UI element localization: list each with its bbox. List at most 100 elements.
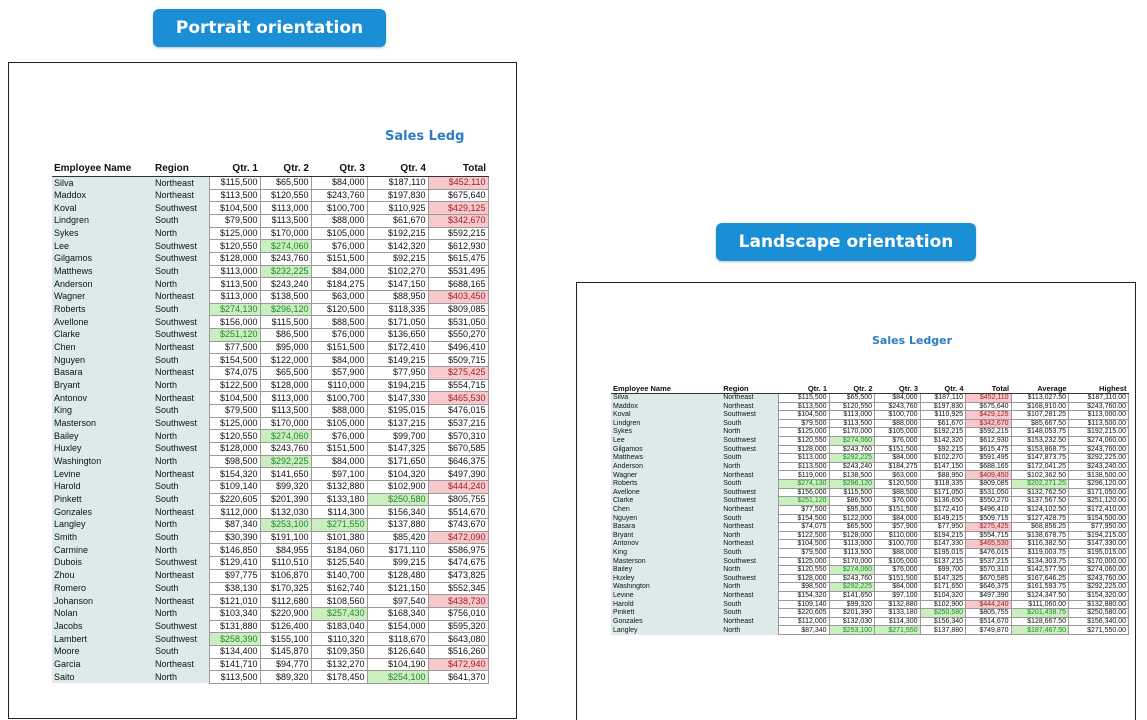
table-row: Zhou Northeast $97,775 $106,870 $140,700 $128… bbox=[52, 568, 489, 583]
table-row: Lindgren South $79,500 $113,500 $88,000 $61,6… bbox=[611, 418, 1129, 429]
qtr2-cell: $95,000 bbox=[259, 340, 312, 355]
qtr3-cell: $151,500 bbox=[874, 573, 921, 584]
table-row: Koval Southwest $104,500 $113,000 $100,700 $1… bbox=[52, 201, 489, 216]
qtr1-cell: $74,075 bbox=[208, 366, 261, 380]
highest-cell: $138,500.00 bbox=[1068, 470, 1129, 481]
qtr4-cell: $77,950 bbox=[919, 522, 967, 532]
employee-name-cell: Romero bbox=[52, 582, 153, 595]
qtr2-cell: $120,550 bbox=[828, 401, 876, 412]
qtr1-cell: $125,000 bbox=[778, 427, 830, 438]
region-cell: North bbox=[153, 543, 209, 557]
total-cell: $809,085 bbox=[965, 479, 1012, 489]
region-cell: Southwest bbox=[153, 620, 209, 633]
highest-cell: $194,215.00 bbox=[1068, 530, 1129, 541]
qtr2-cell: $201,390 bbox=[828, 608, 876, 618]
employee-name-cell: Roberts bbox=[611, 479, 722, 489]
region-cell: Northeast bbox=[721, 591, 779, 601]
total-cell: $429,125 bbox=[427, 201, 489, 216]
total-cell: $476,015 bbox=[965, 547, 1012, 558]
employee-name-cell: Lambert bbox=[52, 632, 153, 646]
region-cell: Southwest bbox=[721, 557, 779, 566]
average-cell: $102,362.50 bbox=[1010, 470, 1070, 481]
qtr3-cell: $140,700 bbox=[310, 568, 368, 583]
qtr3-cell: $108,560 bbox=[310, 594, 368, 608]
employee-name-cell: Dubois bbox=[52, 556, 153, 570]
qtr3-cell: $84,000 bbox=[874, 513, 921, 524]
table-row: Moore South $134,400 $145,870 $109,350 $126,6… bbox=[52, 644, 489, 659]
qtr3-cell: $271,550 bbox=[310, 518, 368, 532]
qtr2-cell: $113,500 bbox=[828, 418, 876, 429]
qtr2-cell: $243,240 bbox=[828, 461, 876, 472]
employee-name-cell: Maddox bbox=[52, 189, 153, 202]
qtr2-cell: $296,120 bbox=[828, 479, 876, 489]
column-header-qtr1: Qtr. 1 bbox=[209, 161, 260, 177]
qtr4-cell: $171,110 bbox=[366, 543, 429, 558]
table-row: Roberts South $274,130 $296,120 $120,500 $118… bbox=[52, 302, 489, 317]
qtr1-cell: $113,000 bbox=[208, 264, 261, 279]
table-row: Koval Southwest $104,500 $113,000 $100,700 $1… bbox=[611, 410, 1129, 420]
table-row: King South $79,500 $113,500 $88,000 $195,015 $… bbox=[52, 404, 489, 418]
region-cell: North bbox=[153, 518, 209, 532]
total-cell: $641,370 bbox=[427, 670, 489, 684]
qtr2-cell: $296,120 bbox=[259, 302, 312, 317]
table-row: Pinkett South $220,605 $201,390 $133,180 $250… bbox=[52, 492, 489, 507]
qtr2-cell: $243,240 bbox=[259, 277, 312, 292]
total-cell: $497,390 bbox=[965, 591, 1012, 601]
total-cell: $537,215 bbox=[427, 416, 489, 431]
qtr3-cell: $243,760 bbox=[874, 401, 921, 412]
highest-cell: $243,760.00 bbox=[1068, 444, 1129, 455]
employee-name-cell: Nguyen bbox=[52, 353, 153, 367]
qtr1-cell: $258,390 bbox=[208, 632, 261, 646]
qtr2-cell: $110,510 bbox=[259, 556, 312, 570]
total-cell: $509,715 bbox=[427, 353, 489, 368]
employee-name-cell: Langley bbox=[611, 625, 722, 635]
portrait-page: Sales Ledg Employee Name Region Qtr. 1 Qtr.… bbox=[8, 62, 517, 719]
table-row: Washington North $98,500 $292,225 $84,000 $17… bbox=[52, 454, 489, 469]
region-cell: Southwest bbox=[153, 328, 209, 342]
qtr3-cell: $100,700 bbox=[874, 410, 921, 420]
total-cell: $805,755 bbox=[965, 608, 1012, 618]
qtr1-cell: $109,140 bbox=[778, 599, 830, 610]
region-cell: Southwest bbox=[153, 442, 209, 456]
qtr3-cell: $63,000 bbox=[874, 470, 921, 481]
qtr2-cell: $145,870 bbox=[259, 644, 312, 659]
table-row: Bryant North $122,500 $128,000 $110,000 $194,… bbox=[611, 530, 1129, 541]
total-cell: $275,425 bbox=[427, 366, 489, 380]
qtr3-cell: $132,880 bbox=[310, 480, 368, 494]
qtr4-cell: $195,015 bbox=[366, 404, 429, 418]
qtr1-cell: $38,130 bbox=[208, 581, 261, 596]
employee-name-cell: Anderson bbox=[52, 277, 153, 291]
qtr4-cell: $136,650 bbox=[919, 496, 967, 506]
qtr3-cell: $110,000 bbox=[310, 378, 368, 393]
total-cell: $531,050 bbox=[965, 487, 1012, 498]
employee-name-cell: Washington bbox=[611, 582, 722, 592]
region-cell: Southwest bbox=[153, 556, 209, 570]
qtr2-cell: $120,550 bbox=[259, 188, 312, 203]
total-cell: $452,110 bbox=[965, 393, 1012, 403]
employee-name-cell: Washington bbox=[52, 455, 153, 468]
qtr3-cell: $88,000 bbox=[310, 404, 368, 418]
qtr4-cell: $61,670 bbox=[366, 214, 429, 228]
employee-name-cell: Nguyen bbox=[611, 514, 722, 523]
employee-name-cell: Garcia bbox=[52, 658, 153, 671]
employee-name-cell: Gonzales bbox=[52, 505, 153, 519]
qtr2-cell: $292,225 bbox=[828, 453, 876, 463]
table-row: Johanson Northeast $121,010 $112,680 $108,56… bbox=[52, 594, 489, 608]
qtr1-cell: $122,500 bbox=[208, 378, 261, 393]
region-cell: North bbox=[153, 379, 209, 392]
employee-name-cell: Langley bbox=[52, 518, 153, 532]
qtr2-cell: $243,760 bbox=[828, 573, 876, 584]
table-row: Lee Southwest $120,550 $274,060 $76,000 $142,… bbox=[52, 239, 489, 254]
qtr1-cell: $120,550 bbox=[778, 565, 830, 575]
qtr4-cell: $147,325 bbox=[366, 442, 429, 456]
average-cell: $147,873.75 bbox=[1010, 453, 1070, 463]
highest-cell: $156,340.00 bbox=[1068, 616, 1129, 627]
qtr3-cell: $84,000 bbox=[874, 453, 921, 463]
qtr4-cell: $142,320 bbox=[366, 239, 429, 254]
employee-name-cell: Pinkett bbox=[52, 493, 153, 506]
qtr3-cell: $63,000 bbox=[310, 290, 368, 304]
qtr2-cell: $155,100 bbox=[259, 632, 312, 646]
qtr1-cell: $121,010 bbox=[208, 594, 261, 608]
region-cell: Southwest bbox=[721, 410, 779, 420]
region-cell: Northeast bbox=[721, 470, 779, 480]
